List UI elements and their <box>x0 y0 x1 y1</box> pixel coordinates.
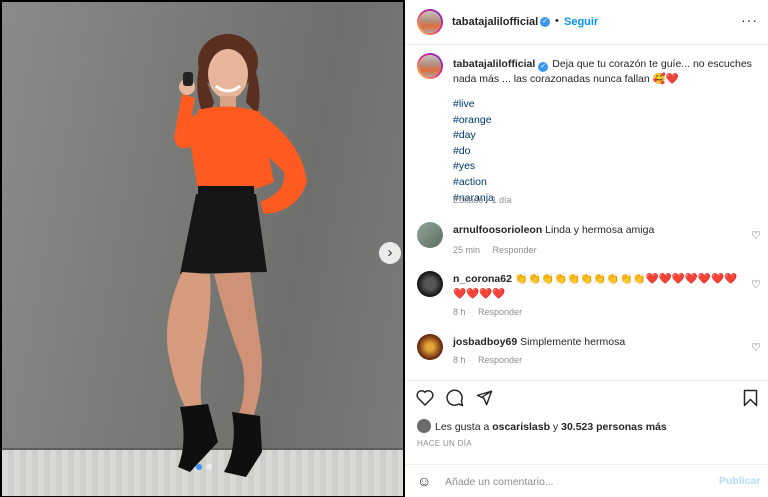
publish-button[interactable]: Publicar <box>719 475 760 487</box>
carousel-dots <box>196 464 212 470</box>
comment-username[interactable]: josbadboy69 <box>453 336 517 348</box>
commenter-avatar[interactable] <box>417 334 443 360</box>
reply-button[interactable]: Responder <box>478 355 522 365</box>
comment-item: n_corona62 👏👏👏👏👏👏👏👏👏👏❤️❤️❤️❤️❤️❤️❤️❤️❤️❤… <box>405 271 768 321</box>
liker-username[interactable]: oscarislasb <box>492 421 550 433</box>
hashtag-link[interactable]: #action <box>453 175 494 191</box>
woman-figure <box>166 34 307 477</box>
caption-author-avatar[interactable] <box>417 53 443 79</box>
comment-username[interactable]: n_corona62 <box>453 273 512 285</box>
comment-body: arnulfoosorioleon Linda y hermosa amiga <box>453 223 748 238</box>
commenter-avatar[interactable] <box>417 271 443 297</box>
liker-avatar[interactable] <box>417 419 431 433</box>
author-avatar[interactable] <box>417 9 443 35</box>
hashtag-link[interactable]: #live <box>453 97 494 113</box>
verified-badge-icon: ✓ <box>540 17 550 27</box>
post-header: tabatajalilofficial ✓ • Seguir ··· <box>405 0 768 45</box>
post-sidebar: tabatajalilofficial ✓ • Seguir ··· tabat… <box>405 0 768 497</box>
carousel-dot <box>206 464 212 470</box>
carousel-dot-active <box>196 464 202 470</box>
bookmark-icon[interactable] <box>743 389 758 407</box>
post-photo: › <box>2 2 403 496</box>
heart-icon[interactable]: ♡ <box>751 229 761 242</box>
comment-icon[interactable] <box>446 389 464 407</box>
post-caption: tabatajalilofficial ✓ Deja que tu corazón … <box>453 57 758 87</box>
verified-badge-icon: ✓ <box>538 62 549 72</box>
add-comment-bar: ☺ Publicar <box>405 464 768 497</box>
hashtag-list: #live #orange #day #do #yes #action #nar… <box>453 97 494 206</box>
comment-time: 8 h <box>453 307 466 317</box>
comment-meta: 25 min Responder <box>453 245 547 255</box>
commenter-avatar[interactable] <box>417 222 443 248</box>
comment-text: Linda y hermosa amiga <box>545 224 655 236</box>
comment-meta: 8 h Responder <box>453 355 532 365</box>
next-photo-button[interactable]: › <box>379 242 401 264</box>
heart-icon[interactable]: ♡ <box>751 278 761 291</box>
comment-item: josbadboy69 Simplemente hermosa 8 h Resp… <box>405 334 768 374</box>
edited-label: Editado · 1 día <box>453 195 512 205</box>
likes-summary: Les gusta a oscarislasb y 30.523 persona… <box>435 421 667 433</box>
instagram-post-modal: › tabatajalilofficial ✓ • Seguir ··· tab… <box>0 0 768 497</box>
heart-icon[interactable] <box>416 389 434 406</box>
hashtag-link[interactable]: #day <box>453 128 494 144</box>
left-leg-shape <box>166 272 211 412</box>
avatar-image <box>419 55 441 77</box>
chevron-right-icon: › <box>387 244 393 261</box>
comment-time: 8 h <box>453 355 466 365</box>
comment-meta: 8 h Responder <box>453 307 532 317</box>
comment-time: 25 min <box>453 245 481 255</box>
right-boot-shape <box>224 412 262 477</box>
reply-button[interactable]: Responder <box>493 245 537 255</box>
comment-body: n_corona62 👏👏👏👏👏👏👏👏👏👏❤️❤️❤️❤️❤️❤️❤️❤️❤️❤… <box>453 272 743 302</box>
likes-count[interactable]: 30.523 personas más <box>561 421 667 433</box>
more-options-icon[interactable]: ··· <box>741 12 758 28</box>
right-leg-shape <box>214 272 262 420</box>
post-time[interactable]: HACE UN DÍA <box>417 439 472 448</box>
follow-button[interactable]: Seguir <box>564 16 598 28</box>
likes-prefix: Les gusta a <box>435 421 493 433</box>
comment-item: arnulfoosorioleon Linda y hermosa amiga … <box>405 222 768 262</box>
reply-button[interactable]: Responder <box>478 307 522 317</box>
hashtag-link[interactable]: #yes <box>453 159 494 175</box>
comment-text: Simplemente hermosa <box>520 336 626 348</box>
hashtag-link[interactable]: #orange <box>453 113 494 129</box>
avatar-image <box>419 11 441 33</box>
author-username[interactable]: tabatajalilofficial <box>452 16 538 28</box>
header-separator: • <box>555 15 559 27</box>
comment-body: josbadboy69 Simplemente hermosa <box>453 335 748 350</box>
heart-icon[interactable]: ♡ <box>751 341 761 354</box>
caption-username[interactable]: tabatajalilofficial <box>453 58 535 70</box>
share-icon[interactable] <box>476 389 493 406</box>
skirt-shape <box>180 194 267 274</box>
held-item-shape <box>183 72 193 86</box>
comment-username[interactable]: arnulfoosorioleon <box>453 224 542 236</box>
likes-suffix: y <box>550 421 562 433</box>
emoji-icon[interactable]: ☺ <box>417 473 431 489</box>
hashtag-link[interactable]: #do <box>453 144 494 160</box>
left-boot-shape <box>178 404 218 472</box>
comment-input[interactable] <box>445 474 705 490</box>
